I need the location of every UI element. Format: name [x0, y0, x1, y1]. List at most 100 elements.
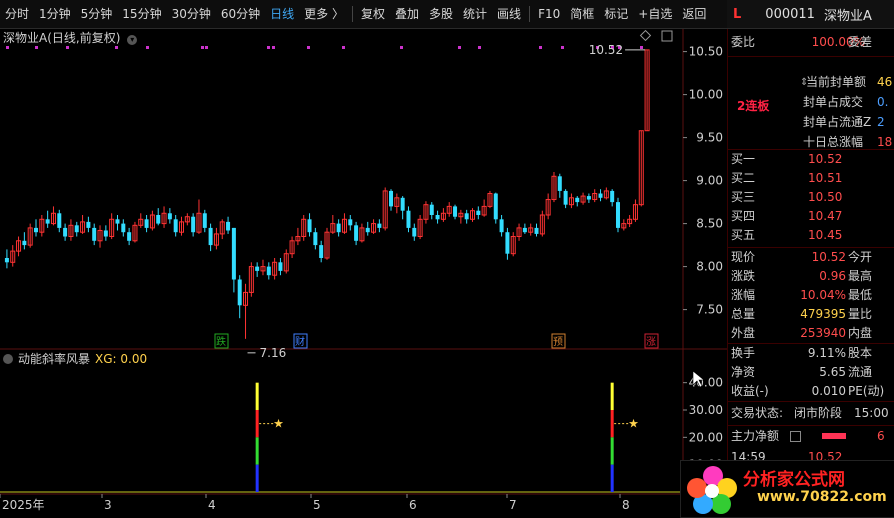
- candle-body: [226, 221, 231, 231]
- diamond-icon[interactable]: [639, 29, 652, 42]
- candle-body: [4, 258, 9, 263]
- toolbar-item-1[interactable]: 1分钟: [34, 0, 76, 28]
- price-tick-label: 7.50: [696, 303, 723, 317]
- stat-right-label-2: PE(动): [848, 384, 885, 398]
- candle-body: [127, 232, 132, 241]
- bid-price-4: 10.45: [808, 228, 843, 242]
- toolbar-item-15[interactable]: 标记: [599, 0, 633, 28]
- kline-chart[interactable]: 10.50 10.00 9.50 9.00 8.50 8.00 7.50 10.52 7.16 跌…: [0, 29, 727, 516]
- stat-row: 收益(-) 0.010 PE(动): [728, 381, 894, 402]
- bid-row: 买五 10.45: [728, 225, 894, 246]
- trade-time: 15:00: [854, 406, 889, 420]
- candle-body: [400, 197, 405, 211]
- table-icon[interactable]: [790, 431, 801, 442]
- quote-row: 外盘 253940 内盘: [728, 323, 894, 344]
- event-dot: [307, 46, 310, 49]
- candle-body: [429, 204, 434, 215]
- toolbar-item-11[interactable]: 统计: [458, 0, 492, 28]
- quote-right-label-1: 最高: [848, 269, 873, 283]
- chevron-down-icon[interactable]: ▾: [127, 35, 138, 45]
- time-tick-label: 6: [409, 498, 417, 512]
- candle-body: [92, 227, 97, 241]
- candle-body: [173, 219, 178, 233]
- stat-value-0: 9.11%: [807, 346, 846, 360]
- price-tick-label: 8.50: [696, 217, 723, 231]
- quote-label-3: 总量: [731, 307, 756, 321]
- quote-row: 涨幅 10.04% 最低: [728, 285, 894, 306]
- seal-value-2: 2: [877, 115, 885, 129]
- star-icon: ★: [273, 417, 284, 431]
- candle-body: [144, 219, 149, 228]
- seal-row: 封单占流通Z 2: [728, 112, 894, 133]
- bid-label-4: 买五: [731, 228, 756, 242]
- main-net-label: 主力净额: [731, 429, 780, 443]
- price-tick-label: 10.00: [689, 88, 723, 102]
- main-net-bar: [822, 433, 846, 439]
- toolbar-item-8[interactable]: 复权: [356, 0, 390, 28]
- weicha-label: 委差: [848, 35, 873, 49]
- chart-title-bar: 深物业A(日线,前复权) ▾: [3, 29, 138, 46]
- time-tick-label: 5: [313, 498, 321, 512]
- toolbar-item-3[interactable]: 15分钟: [117, 0, 166, 28]
- quote-right-label-2: 最低: [848, 288, 873, 302]
- stat-right-label-0: 股本: [848, 346, 873, 360]
- weibi-label: 委比: [731, 35, 756, 49]
- toolbar-item-10[interactable]: 多股: [424, 0, 458, 28]
- stat-label-2: 收益(-): [731, 384, 769, 398]
- toolbar: 分时 1分钟 5分钟 15分钟 30分钟 60分钟 日线 更多 〉复权 叠加 多股 统计 画线 F10 简…: [0, 0, 894, 29]
- panel-toggle-icon[interactable]: [661, 30, 673, 42]
- low-price-label: 7.16: [260, 346, 287, 360]
- toolbar-item-0[interactable]: 分时: [0, 0, 34, 28]
- toolbar-item-7[interactable]: 更多 〉: [299, 0, 349, 28]
- indicator-tick-label: 30.00: [689, 403, 723, 417]
- quote-right-label-4: 内盘: [848, 326, 873, 340]
- time-tick-label: 8: [622, 498, 630, 512]
- event-dot: [342, 46, 345, 49]
- time-tick-label: 4: [208, 498, 216, 512]
- main-net-value: 6: [877, 429, 885, 443]
- trade-status-row: 交易状态: 闭市阶段 15:00: [728, 403, 894, 424]
- price-tick-label: 8.00: [696, 260, 723, 274]
- toolbar-item-13[interactable]: F10: [533, 0, 565, 28]
- toolbar-item-5[interactable]: 60分钟: [216, 0, 265, 28]
- toolbar-item-16[interactable]: +自选: [633, 0, 677, 28]
- bid-row: 买三 10.50: [728, 187, 894, 208]
- stat-value-1: 5.65: [819, 365, 846, 379]
- event-dot: [115, 46, 118, 49]
- toolbar-item-4[interactable]: 30分钟: [167, 0, 216, 28]
- candle-body: [412, 227, 417, 237]
- toolbar-item-6[interactable]: 日线: [265, 0, 299, 28]
- price-tick-label: 10.50: [689, 45, 723, 59]
- chevron-down-icon[interactable]: [3, 354, 13, 364]
- candle-body: [575, 197, 580, 203]
- toolbar-item-2[interactable]: 5分钟: [76, 0, 118, 28]
- candle-body: [115, 219, 120, 224]
- candle-body: [563, 190, 568, 205]
- candle-body: [208, 227, 213, 246]
- event-dot: [205, 46, 208, 49]
- watermark-logo: 分析家公式网 www.70822.com: [680, 460, 894, 518]
- toolbar-item-14[interactable]: 简框: [565, 0, 599, 28]
- stat-right-label-1: 流通: [848, 365, 873, 379]
- seal-label-1: 封单占成交: [803, 95, 864, 109]
- toolbar-item-17[interactable]: 返回: [677, 0, 711, 28]
- quote-row: 现价 10.52 今开: [728, 247, 894, 268]
- period-toolbar: 分时 1分钟 5分钟 15分钟 30分钟 60分钟 日线 更多 〉复权 叠加 多股 统计 画线 F10 简…: [0, 0, 711, 28]
- quote-label-0: 现价: [731, 250, 756, 264]
- toolbar-item-12[interactable]: 画线: [492, 0, 526, 28]
- quote-row: 涨跌 0.96 最高: [728, 266, 894, 287]
- stat-label-0: 换手: [731, 346, 756, 360]
- bid-label-3: 买四: [731, 209, 756, 223]
- candle-body: [336, 223, 341, 233]
- stat-row: 换手 9.11% 股本: [728, 343, 894, 364]
- price-tick-label: 9.50: [696, 131, 723, 145]
- arrow-icon: ⇕: [800, 77, 809, 88]
- candle-body: [406, 210, 411, 228]
- toolbar-item-9[interactable]: 叠加: [390, 0, 424, 28]
- candle-body: [266, 266, 271, 276]
- candle-body: [74, 225, 79, 233]
- event-dot: [35, 46, 38, 49]
- panel-divider: [728, 401, 894, 402]
- candle-body: [191, 216, 196, 233]
- stat-row: 净资 5.65 流通: [728, 362, 894, 383]
